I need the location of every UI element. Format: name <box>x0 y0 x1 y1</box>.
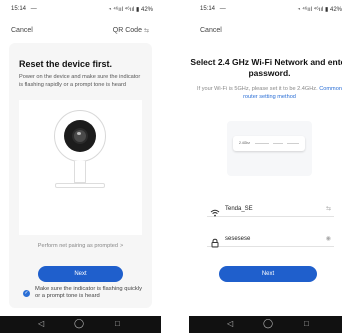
battery-icon: ▮ <box>136 7 140 13</box>
system-nav-bar: ◁ ◯ □ <box>189 316 342 333</box>
chevron-right-icon: > <box>119 243 124 249</box>
camera-stand <box>74 161 86 183</box>
page-title: Select 2.4 GHz Wi-Fi Network and enter p… <box>190 57 342 78</box>
camera-lens-icon <box>72 128 88 144</box>
status-dash: — <box>219 6 226 12</box>
pairing-hint-text: Perform net pairing as prompted <box>37 243 118 249</box>
battery-icon: ▮ <box>325 7 329 13</box>
lock-icon <box>210 235 220 248</box>
pairing-hint-link[interactable]: Perform net pairing as prompted > <box>9 243 152 249</box>
status-time: 15:14 <box>200 6 216 12</box>
wifi-info: If your Wi-Fi is 5GHz, please set it to … <box>189 86 342 101</box>
top-nav: Cancel <box>189 27 342 39</box>
recent-apps-icon[interactable]: □ <box>304 319 309 328</box>
camera-illustration <box>19 100 142 235</box>
back-icon[interactable]: ◁ <box>38 319 44 328</box>
top-nav: Cancel QR Code ⇆ <box>0 27 161 39</box>
next-button[interactable]: Next <box>38 266 123 282</box>
password-value: sesesese <box>225 236 251 242</box>
home-icon[interactable]: ◯ <box>74 318 84 329</box>
back-icon[interactable]: ◁ <box>227 319 233 328</box>
confirm-checkbox-row[interactable]: ✓ Make sure the indicator is flashing qu… <box>19 286 144 304</box>
camera-face <box>64 120 96 152</box>
cancel-button[interactable]: Cancel <box>11 27 33 34</box>
wifi-signal-icon: ◔ ⁴⁶ııl ⁴⁶ııl <box>296 7 324 13</box>
checkbox-checked-icon[interactable]: ✓ <box>23 290 30 297</box>
battery-level: 42% <box>140 7 153 13</box>
qr-scan-icon: ⇆ <box>143 28 149 34</box>
confirm-checkbox-label: Make sure the indicator is flashing quic… <box>35 286 142 299</box>
qr-code-button[interactable]: QR Code ⇆ <box>113 27 149 34</box>
wifi-icon <box>210 205 220 217</box>
swap-icon[interactable]: ⇆ <box>326 205 331 212</box>
router-illustration: 2.4Ghz <box>227 121 312 176</box>
wifi-signal-icon: ◔ ⁴⁶ııl ⁴⁶ııl <box>107 7 135 13</box>
phone-screen-wifi: 15:14 — ◔ ⁴⁶ııl ⁴⁶ııl ▮ 42% Cancel Selec… <box>189 0 342 333</box>
cancel-button[interactable]: Cancel <box>200 27 222 34</box>
status-bar: 15:14 — ◔ ⁴⁶ııl ⁴⁶ııl ▮ 42% <box>200 6 342 16</box>
phone-screen-reset: 15:14 — ◔ ⁴⁶ııl ⁴⁶ııl ▮ 42% Cancel QR Co… <box>0 0 161 333</box>
camera-base <box>55 183 105 188</box>
router-band-label: 2.4Ghz <box>239 141 250 145</box>
wifi-name-field[interactable]: Tenda_SE ⇆ <box>207 203 334 217</box>
wifi-info-text: If your Wi-Fi is 5GHz, please set it to … <box>197 86 318 92</box>
status-bar: 15:14 — ◔ ⁴⁶ııl ⁴⁶ııl ▮ 42% <box>11 6 153 16</box>
router-graphic: 2.4Ghz <box>233 136 305 151</box>
wifi-name-value: Tenda_SE <box>225 206 253 212</box>
battery-level: 42% <box>329 7 342 13</box>
system-nav-bar: ◁ ◯ □ <box>0 316 161 333</box>
recent-apps-icon[interactable]: □ <box>115 319 120 328</box>
status-time: 15:14 <box>11 6 27 12</box>
eye-icon[interactable]: ◉ <box>326 235 331 242</box>
next-button[interactable]: Next <box>219 266 317 282</box>
qr-code-label: QR Code <box>112 27 142 34</box>
page-title: Reset the device first. <box>19 59 113 69</box>
camera-head <box>54 110 106 162</box>
instruction-text: Power on the device and make sure the in… <box>19 74 141 88</box>
home-icon[interactable]: ◯ <box>263 318 273 329</box>
password-field[interactable]: sesesese ◉ <box>207 233 334 248</box>
status-dash: — <box>30 6 37 12</box>
